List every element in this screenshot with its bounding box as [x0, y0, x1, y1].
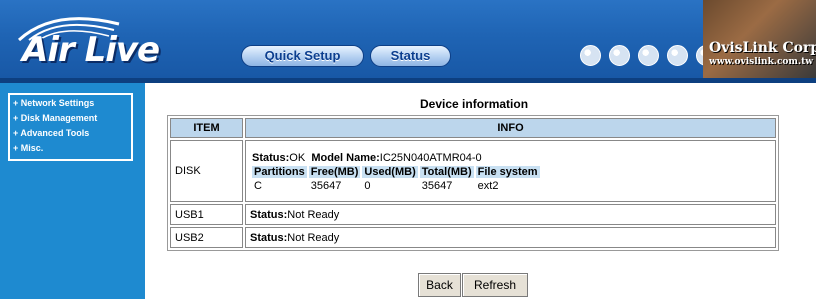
row-label-usb1: USB1: [170, 204, 243, 225]
disk-model-value: IC25N040ATMR04-0: [379, 151, 482, 164]
partition-cell: C: [254, 179, 262, 192]
header-banner: Air Live Quick Setup Status OvisLink Cor…: [0, 0, 816, 78]
language-globes: [580, 45, 717, 67]
sidebar-item-advanced-tools[interactable]: + Advanced Tools: [13, 128, 89, 138]
globe-icon[interactable]: [667, 45, 688, 66]
sidebar-item-disk-management[interactable]: + Disk Management: [13, 113, 97, 123]
partition-cell: 35647: [310, 179, 342, 192]
disk-model-label: Model Name:: [311, 151, 380, 164]
globe-icon[interactable]: [580, 45, 601, 66]
partition-table: Partitions Free(MB) Used(MB) Total(MB) F…: [250, 164, 542, 194]
column-header-item: ITEM: [170, 118, 243, 138]
disk-status-value: OK: [289, 151, 306, 164]
quick-setup-button[interactable]: Quick Setup: [241, 45, 364, 67]
sidebar-item-network-settings[interactable]: + Network Settings: [13, 98, 94, 108]
company-url: www.ovislink.com.tw: [709, 57, 813, 67]
status-button[interactable]: Status: [370, 45, 451, 67]
partition-col-header: Total(MB): [419, 165, 474, 178]
row-label-disk: DISK: [170, 140, 243, 202]
back-button[interactable]: Back: [418, 273, 461, 297]
table-row-usb1: USB1 Status:Not Ready: [170, 204, 776, 225]
sidebar-menu: + Network Settings + Disk Management + A…: [8, 93, 133, 161]
row-label-usb2: USB2: [170, 227, 243, 248]
table-header-row: ITEM INFO: [170, 118, 776, 138]
device-info-table: ITEM INFO DISK Status:OK Model Name:IC25…: [167, 115, 779, 251]
partition-col-header: File system: [475, 165, 540, 178]
partition-row: C 35647 0 35647 ext2: [252, 180, 540, 192]
partition-cell: 35647: [421, 179, 453, 192]
page-title: Device information: [420, 97, 529, 111]
usb1-status-label: Status:: [250, 208, 288, 221]
sidebar: + Network Settings + Disk Management + A…: [0, 83, 145, 299]
partition-header-row: Partitions Free(MB) Used(MB) Total(MB) F…: [252, 165, 540, 178]
airlive-logo: Air Live: [8, 8, 198, 70]
disk-status-label: Status:: [252, 151, 290, 164]
usb2-status-value: Not Ready: [287, 231, 340, 244]
refresh-button[interactable]: Refresh: [462, 273, 528, 297]
table-row-disk: DISK Status:OK Model Name:IC25N040ATMR04…: [170, 140, 776, 202]
usb1-status-value: Not Ready: [287, 208, 340, 221]
company-name: OvisLink Corp.: [709, 40, 816, 56]
column-header-info: INFO: [245, 118, 776, 138]
partition-cell: ext2: [477, 179, 499, 192]
logo-text: Air Live: [22, 30, 160, 70]
usb2-status-label: Status:: [250, 231, 288, 244]
partition-col-header: Partitions: [252, 165, 307, 178]
disk-info-cell: Status:OK Model Name:IC25N040ATMR04-0 Pa…: [245, 140, 776, 202]
partition-cell: 0: [364, 179, 371, 192]
partition-col-header: Used(MB): [362, 165, 418, 178]
disk-status-line: Status:OK Model Name:IC25N040ATMR04-0: [250, 149, 771, 164]
usb2-info-cell: Status:Not Ready: [245, 227, 776, 248]
table-row-usb2: USB2 Status:Not Ready: [170, 227, 776, 248]
usb1-info-cell: Status:Not Ready: [245, 204, 776, 225]
sidebar-item-misc[interactable]: + Misc.: [13, 143, 43, 153]
partition-col-header: Free(MB): [308, 165, 361, 178]
globe-icon[interactable]: [638, 45, 659, 66]
globe-icon[interactable]: [609, 45, 630, 66]
